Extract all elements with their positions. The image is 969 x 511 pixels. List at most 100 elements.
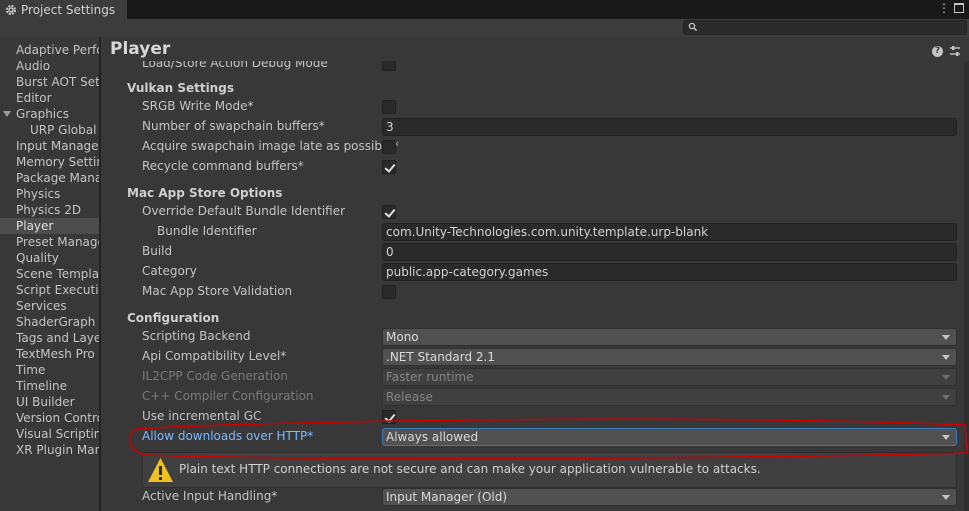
sidebar-item-label: URP Global Settings xyxy=(30,123,99,137)
number-of-swapchain-buffers-field[interactable]: 3 xyxy=(382,118,957,136)
sidebar-item-label: Visual Scripting xyxy=(16,427,99,441)
preset-icon[interactable] xyxy=(949,45,961,57)
field-label: Number of swapchain buffers* xyxy=(142,119,325,133)
http-warning-helpbox: Plain text HTTP connections are not secu… xyxy=(142,452,957,488)
sidebar-item-script-execution-order[interactable]: Script Execution Order xyxy=(0,282,99,298)
sidebar-item-physics-2d[interactable]: Physics 2D xyxy=(0,202,99,218)
expand-arrow-icon[interactable] xyxy=(3,111,11,117)
help-icon[interactable]: ? xyxy=(932,46,943,57)
toolbar xyxy=(0,19,969,37)
project-settings-tab[interactable]: Project Settings xyxy=(0,0,127,19)
use-incremental-gc-checkbox[interactable] xyxy=(382,410,396,424)
field-row-category: Category public.app-category.games xyxy=(118,262,958,282)
field-label: Category xyxy=(142,264,197,278)
mac-app-store-validation-checkbox[interactable] xyxy=(382,285,396,299)
bundle-identifier-field[interactable]: com.Unity-Technologies.com.unity.templat… xyxy=(382,223,957,241)
allow-downloads-over-http-dropdown[interactable]: Always allowed xyxy=(382,428,957,446)
sidebar-item-audio[interactable]: Audio xyxy=(0,58,99,74)
dropdown-arrow-icon xyxy=(942,495,950,500)
section-vulkan-settings[interactable]: Vulkan Settings xyxy=(127,81,234,95)
sidebar-item-label: Scene Template xyxy=(16,267,99,281)
section-configuration[interactable]: Configuration xyxy=(127,311,219,325)
field-label: Active Input Handling* xyxy=(142,489,278,503)
field-row-active-input-handling: Active Input Handling* Input Manager (Old… xyxy=(118,487,958,507)
sidebar-item-editor[interactable]: Editor xyxy=(0,90,99,106)
sidebar-item-physics[interactable]: Physics xyxy=(0,186,99,202)
field-label: C++ Compiler Configuration xyxy=(142,389,314,403)
sidebar-item-timeline[interactable]: Timeline xyxy=(0,378,99,394)
sidebar-item-label: Package Manager xyxy=(16,171,99,185)
field-row-number-of-swapchain-buffers: Number of swapchain buffers* 3 xyxy=(118,117,958,137)
sidebar-item-package-manager[interactable]: Package Manager xyxy=(0,170,99,186)
srgb-write-mode-checkbox[interactable] xyxy=(382,100,396,114)
sidebar-item-label: TextMesh Pro xyxy=(16,347,95,361)
sidebar-item-label: XR Plugin Management xyxy=(16,443,99,457)
sidebar-item-shadergraph[interactable]: ShaderGraph xyxy=(0,314,99,330)
sidebar-item-xr-plugin-management[interactable]: XR Plugin Management xyxy=(0,442,99,458)
sidebar-item-visual-scripting[interactable]: Visual Scripting xyxy=(0,426,99,442)
warning-icon xyxy=(148,458,173,482)
page-title: Player xyxy=(110,39,171,59)
field-row-use-incremental-gc: Use incremental GC xyxy=(118,407,958,427)
dropdown-arrow-icon xyxy=(942,395,950,400)
sidebar-item-ui-builder[interactable]: UI Builder xyxy=(0,394,99,410)
sidebar-item-label: Services xyxy=(16,299,67,313)
sidebar-item-memory-settings[interactable]: Memory Settings xyxy=(0,154,99,170)
active-input-handling-dropdown[interactable]: Input Manager (Old) xyxy=(382,488,957,506)
sidebar-item-graphics[interactable]: Graphics xyxy=(0,106,99,122)
sidebar-item-player[interactable]: Player xyxy=(0,218,99,234)
field-row-c-compiler-configuration: C++ Compiler Configuration Release xyxy=(118,387,958,407)
field-label: SRGB Write Mode* xyxy=(142,99,254,113)
sidebar-item-input-manager[interactable]: Input Manager xyxy=(0,138,99,154)
sidebar-item-time[interactable]: Time xyxy=(0,362,99,378)
settings-content: Load/Store Action Debug Mode Vulkan Setti… xyxy=(118,61,958,511)
sidebar-item-label: Editor xyxy=(16,91,52,105)
field-label: Mac App Store Validation xyxy=(142,284,293,298)
sidebar-item-quality[interactable]: Quality xyxy=(0,250,99,266)
sidebar-item-label: Graphics xyxy=(16,107,69,121)
sidebar-item-textmesh-pro[interactable]: TextMesh Pro xyxy=(0,346,99,362)
player-settings-panel: Player ? Load/Store Action Debug Mode Vul… xyxy=(101,37,969,511)
field-row-api-compatibility-level: Api Compatibility Level* .NET Standard 2.… xyxy=(118,347,958,367)
sidebar-item-label: Quality xyxy=(16,251,59,265)
sidebar-item-scene-template[interactable]: Scene Template xyxy=(0,266,99,282)
field-label: Scripting Backend xyxy=(142,329,251,343)
maximize-icon[interactable] xyxy=(954,3,964,13)
field-label: Build xyxy=(142,244,173,258)
sidebar-item-version-control[interactable]: Version Control xyxy=(0,410,99,426)
il2cpp-code-generation-dropdown: Faster runtime xyxy=(382,368,957,386)
recycle-command-buffers-checkbox[interactable] xyxy=(382,160,396,174)
sidebar-item-burst-aot-settings[interactable]: Burst AOT Settings xyxy=(0,74,99,90)
api-compatibility-level-dropdown[interactable]: .NET Standard 2.1 xyxy=(382,348,957,366)
field-row-bundle-identifier: Bundle Identifier com.Unity-Technologies.… xyxy=(118,222,958,242)
field-label: Acquire swapchain image late as possible… xyxy=(142,139,399,153)
field-row-recycle-command-buffers: Recycle command buffers* xyxy=(118,157,958,177)
field-label: Api Compatibility Level* xyxy=(142,349,287,363)
field-label: Load/Store Action Debug Mode xyxy=(142,61,328,70)
search-icon xyxy=(688,22,698,32)
scripting-backend-dropdown[interactable]: Mono xyxy=(382,328,957,346)
search-input[interactable] xyxy=(683,20,967,35)
kebab-menu-icon[interactable]: ⋮ xyxy=(938,1,950,15)
sidebar-item-label: UI Builder xyxy=(16,395,75,409)
load-store-action-debug-mode-checkbox[interactable] xyxy=(382,61,396,71)
sidebar-item-label: Preset Manager xyxy=(16,235,99,249)
build-field[interactable]: 0 xyxy=(382,243,957,261)
acquire-swapchain-image-late-as-possible-checkbox[interactable] xyxy=(382,140,396,154)
category-field[interactable]: public.app-category.games xyxy=(382,263,957,281)
warning-message: Plain text HTTP connections are not secu… xyxy=(179,462,761,476)
dropdown-value: .NET Standard 2.1 xyxy=(386,350,496,364)
override-default-bundle-identifier-checkbox[interactable] xyxy=(382,205,396,219)
scrollbar[interactable] xyxy=(964,61,969,511)
sidebar-item-services[interactable]: Services xyxy=(0,298,99,314)
dropdown-value: Release xyxy=(386,390,433,404)
sidebar-item-tags-and-layers[interactable]: Tags and Layers xyxy=(0,330,99,346)
sidebar-item-label: Adaptive Performance xyxy=(16,43,99,57)
sidebar-item-preset-manager[interactable]: Preset Manager xyxy=(0,234,99,250)
sidebar-item-urp-global-settings[interactable]: URP Global Settings xyxy=(0,122,99,138)
field-row-scripting-backend: Scripting Backend Mono xyxy=(118,327,958,347)
sidebar-item-label: Input Manager xyxy=(16,139,99,153)
section-mac-app-store-options[interactable]: Mac App Store Options xyxy=(127,186,282,200)
dropdown-arrow-icon xyxy=(942,355,950,360)
sidebar-item-adaptive-performance[interactable]: Adaptive Performance xyxy=(0,42,99,58)
